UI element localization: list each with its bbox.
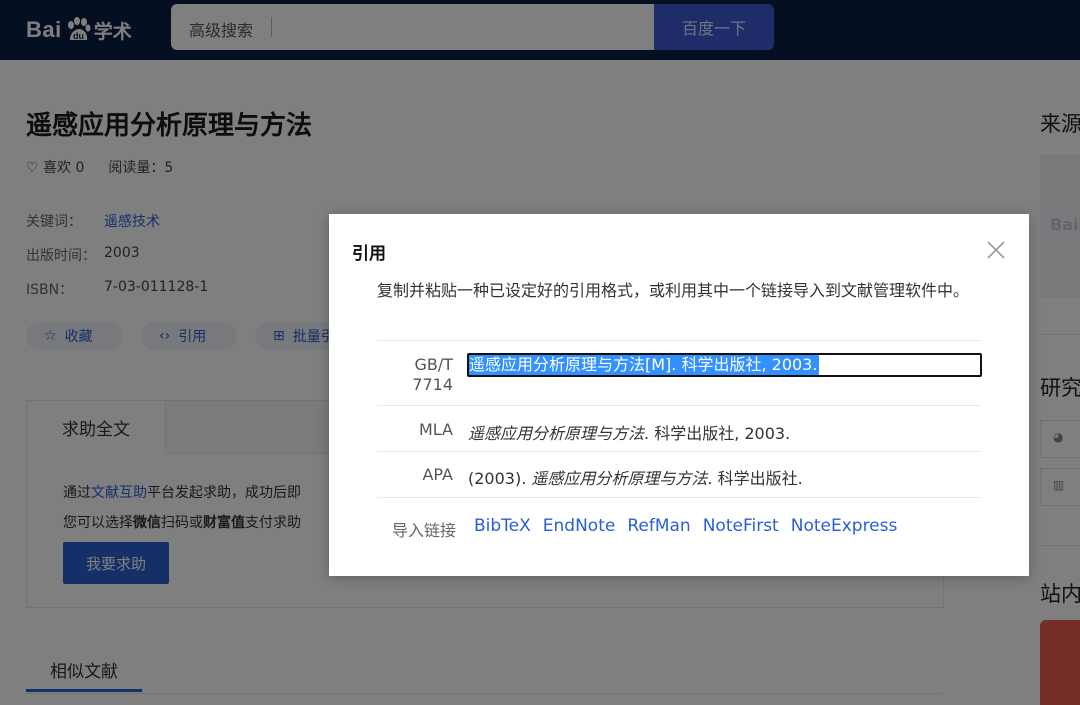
mla-title-italic: 遥感应用分析原理与方法 <box>468 424 645 443</box>
import-noteexpress-link[interactable]: NoteExpress <box>791 516 898 536</box>
mla-rest: . 科学出版社, 2003. <box>644 424 791 443</box>
mla-label: MLA <box>418 420 453 439</box>
import-links-label: 导入链接 <box>392 521 457 540</box>
modal-description: 复制并粘贴一种已设定好的引用格式，或利用其中一个链接导入到文献管理软件中。 <box>377 281 970 300</box>
citation-modal: 引用 复制并粘贴一种已设定好的引用格式，或利用其中一个链接导入到文献管理软件中。… <box>329 214 1029 576</box>
modal-title: 引用 <box>352 244 386 264</box>
cite-divider-bottom <box>377 497 980 499</box>
apa-citation-text[interactable]: (2003). 遥感应用分析原理与方法. 科学出版社. <box>468 465 803 489</box>
gbt-label-line-2: 7714 <box>412 375 453 394</box>
import-notefirst-link[interactable]: NoteFirst <box>703 516 779 536</box>
import-endnote-link[interactable]: EndNote <box>543 516 616 536</box>
cite-row-mla: MLA 遥感应用分析原理与方法. 科学出版社, 2003. <box>377 405 980 452</box>
import-refman-link[interactable]: RefMan <box>627 516 690 536</box>
gbt-label: GB/T 7714 <box>412 355 453 395</box>
gbt-label-line-1: GB/T <box>414 355 453 374</box>
close-icon[interactable] <box>984 238 1008 262</box>
gbt-citation-text[interactable]: 遥感应用分析原理与方法[M]. 科学出版社, 2003. <box>469 355 820 375</box>
apa-label: APA <box>422 465 453 484</box>
import-links: BibTeX EndNote RefMan NoteFirst NoteExpr… <box>474 516 897 536</box>
cite-row-apa: APA (2003). 遥感应用分析原理与方法. 科学出版社. <box>377 451 980 498</box>
mla-citation-text[interactable]: 遥感应用分析原理与方法. 科学出版社, 2003. <box>468 420 790 444</box>
apa-title-italic: 遥感应用分析原理与方法 <box>531 469 708 488</box>
apa-prefix: (2003). <box>468 469 532 488</box>
import-bibtex-link[interactable]: BibTeX <box>474 516 531 536</box>
apa-rest: . 科学出版社. <box>707 469 803 488</box>
